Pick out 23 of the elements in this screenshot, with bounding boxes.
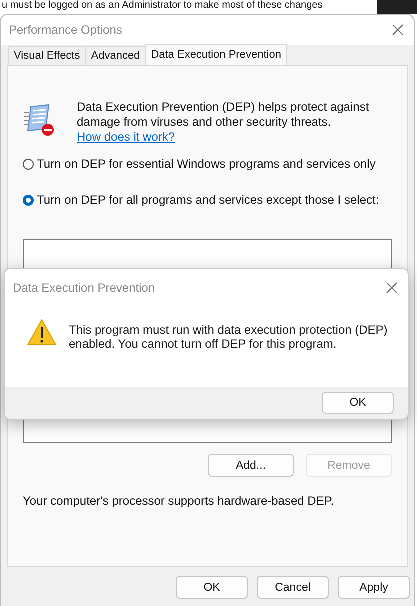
radio-label[interactable]: Turn on DEP for all programs and services except those I select: — [37, 193, 380, 207]
dialog-button[interactable]: OK — [176, 576, 248, 599]
close-icon[interactable] — [392, 24, 404, 36]
memory-chip-icon — [23, 103, 57, 137]
background-window — [377, 0, 417, 14]
radio-label[interactable]: Turn on DEP for essential Windows programs and services only — [37, 157, 376, 171]
description-text: Data Execution Prevention (DEP) helps protect against damage from viruses and other security threats. How does it work? — [77, 100, 370, 145]
dialog-title: Data Execution Prevention — [13, 281, 156, 295]
add-button[interactable]: Add... — [208, 454, 294, 477]
tab[interactable]: Data Execution Prevention — [145, 44, 288, 65]
dialog-message: This program must run with data execution protection (DEP) enabled. You cannot turn off DEP for this program. — [69, 323, 389, 353]
background-window-text: u must be logged on as an Administrator to make most of these changes — [1, 0, 324, 13]
close-icon[interactable] — [386, 282, 398, 294]
radio-button[interactable] — [23, 158, 34, 170]
dialog-button[interactable]: Apply — [338, 576, 410, 599]
radio-button[interactable] — [23, 194, 34, 206]
dialog-button[interactable]: Cancel — [257, 576, 329, 599]
help-link[interactable]: How does it work? — [77, 130, 176, 144]
window-title: Performance Options — [9, 23, 122, 37]
ok-button[interactable]: OK — [322, 392, 394, 414]
warning-icon — [27, 319, 57, 347]
tab[interactable]: Visual Effects — [8, 46, 86, 65]
processor-note: Your computer's processor supports hardware-based DEP. — [23, 494, 336, 508]
